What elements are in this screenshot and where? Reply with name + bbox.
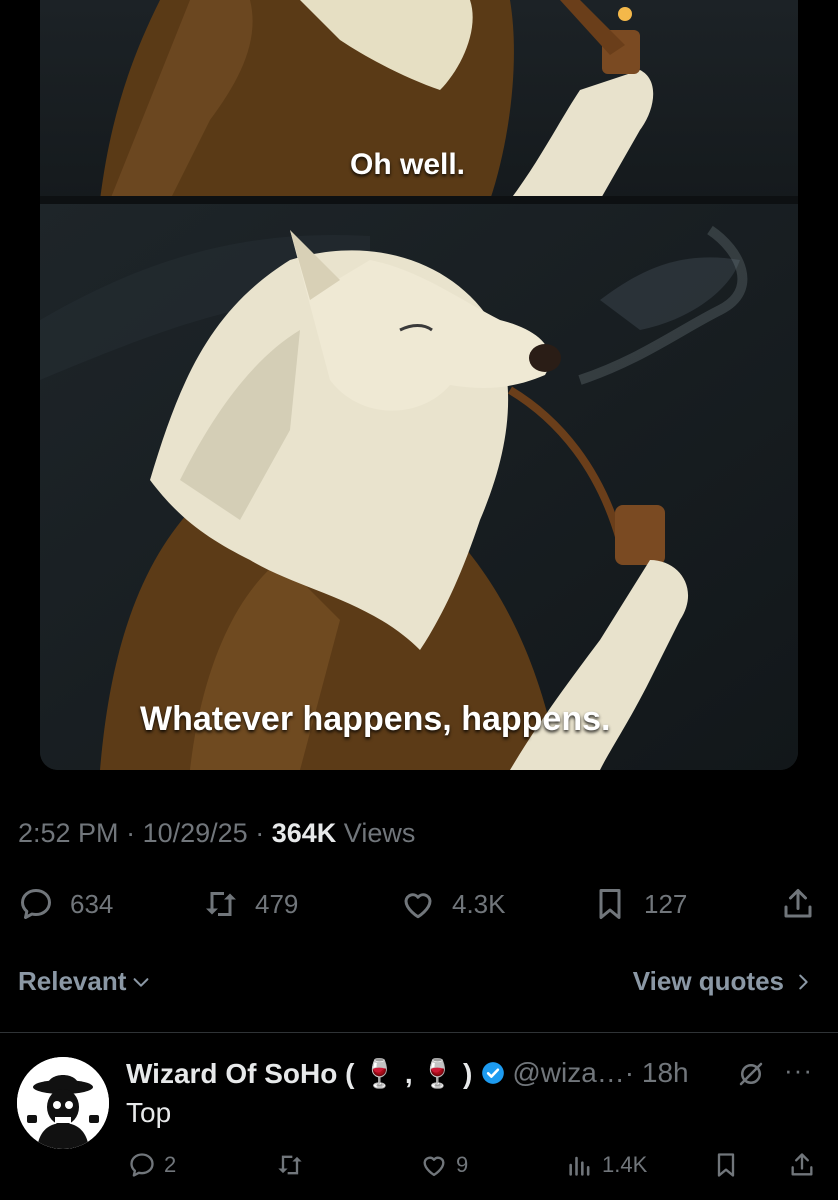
reply-count: 634 bbox=[70, 888, 114, 919]
bookmark-count: 127 bbox=[644, 888, 688, 919]
heart-icon bbox=[404, 893, 432, 919]
views-label: Views bbox=[343, 818, 416, 848]
tweet-media-image[interactable]: Oh well. Whatever happens, happens. bbox=[40, 0, 798, 770]
share-button[interactable] bbox=[780, 880, 832, 928]
reply-handle[interactable]: @wiza… bbox=[512, 1057, 624, 1089]
replies-sort-bar: Relevant View quotes bbox=[0, 966, 838, 1006]
retweet-icon bbox=[206, 892, 236, 916]
repost-button[interactable]: 479 bbox=[203, 880, 298, 928]
meta-separator: · bbox=[126, 818, 136, 848]
reply-icon bbox=[130, 1153, 154, 1177]
avatar[interactable] bbox=[17, 1057, 109, 1149]
reply-header: Wizard Of SoHo ( 🍷 , 🍷 ) @wiza… · 18h bbox=[126, 1053, 689, 1093]
reply-text: Top bbox=[126, 1097, 172, 1128]
bookmark-icon bbox=[717, 1153, 735, 1177]
chevron-down-icon bbox=[133, 977, 149, 987]
reply-repost-button[interactable] bbox=[276, 1145, 312, 1185]
reply-button[interactable]: 634 bbox=[18, 880, 113, 928]
view-quotes-link[interactable]: View quotes bbox=[633, 966, 814, 997]
reply-time[interactable]: · 18h bbox=[625, 1057, 689, 1089]
reply-reply-button[interactable]: 2 bbox=[128, 1145, 176, 1185]
like-button[interactable]: 4.3K bbox=[400, 880, 506, 928]
more-options-button[interactable]: ··· bbox=[784, 1055, 813, 1086]
heart-icon bbox=[423, 1156, 445, 1177]
reply-like-count: 9 bbox=[456, 1152, 469, 1177]
reply-display-name[interactable]: Wizard Of SoHo ( 🍷 , 🍷 ) bbox=[126, 1057, 472, 1090]
media-caption-top: Oh well. bbox=[350, 148, 466, 181]
reply-views-count: 1.4K bbox=[602, 1152, 648, 1177]
reply-icon bbox=[21, 889, 51, 919]
wolf-illustration bbox=[40, 0, 798, 770]
sort-relevant-dropdown[interactable]: Relevant bbox=[18, 966, 152, 997]
reply-like-button[interactable]: 9 bbox=[420, 1145, 468, 1185]
reply-views-button[interactable]: 1.4K bbox=[566, 1145, 647, 1185]
tweet-date[interactable]: 10/29/25 bbox=[143, 818, 248, 848]
bookmark-icon bbox=[599, 889, 621, 919]
skull-avatar-icon bbox=[17, 1057, 109, 1149]
share-icon bbox=[791, 1153, 813, 1176]
share-icon bbox=[784, 889, 812, 918]
grok-icon[interactable] bbox=[736, 1059, 766, 1089]
view-quotes-label: View quotes bbox=[632, 966, 784, 996]
meta-separator-2: · bbox=[255, 818, 265, 848]
bookmark-button[interactable]: 127 bbox=[592, 880, 687, 928]
reply-tweet[interactable]: Wizard Of SoHo ( 🍷 , 🍷 ) @wiza… · 18h ··… bbox=[0, 1033, 838, 1200]
reply-bookmark-button[interactable] bbox=[712, 1145, 748, 1185]
views-count[interactable]: 364K bbox=[272, 818, 337, 848]
repost-count: 479 bbox=[255, 888, 299, 919]
like-count: 4.3K bbox=[452, 888, 506, 919]
reply-share-button[interactable] bbox=[788, 1145, 824, 1185]
reply-action-bar: 2 9 1.4K bbox=[0, 1145, 838, 1185]
chevron-right-icon bbox=[799, 974, 808, 989]
media-caption-bottom: Whatever happens, happens. bbox=[140, 700, 611, 738]
tweet-time[interactable]: 2:52 PM bbox=[18, 818, 119, 848]
tweet-action-bar: 634 479 4.3K 127 bbox=[0, 880, 838, 928]
sort-label: Relevant bbox=[18, 966, 127, 996]
views-icon bbox=[569, 1156, 590, 1176]
retweet-icon bbox=[278, 1155, 302, 1175]
verified-icon bbox=[482, 1062, 505, 1084]
tweet-metadata: 2:52 PM · 10/29/25 · 364K Views bbox=[18, 818, 415, 849]
reply-reply-count: 2 bbox=[164, 1152, 177, 1177]
